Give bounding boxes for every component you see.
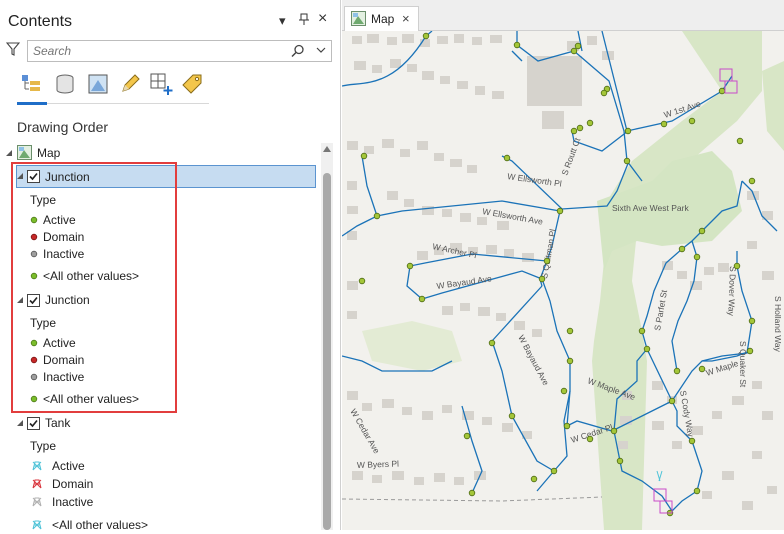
contents-toolbar	[17, 70, 209, 105]
tank-other-icon	[32, 520, 42, 530]
map-node-label[interactable]: Map	[37, 144, 60, 162]
drawing-order-heading: Drawing Order	[17, 119, 109, 135]
tab-map[interactable]: Map ×	[344, 6, 419, 31]
close-pane-icon[interactable]: ×	[318, 10, 327, 28]
close-tab-icon[interactable]: ×	[402, 11, 410, 26]
list-by-snapping-icon[interactable]	[149, 72, 173, 96]
tank-domain-icon	[32, 479, 42, 489]
legend-label: Inactive	[52, 495, 94, 509]
pane-title: Contents	[8, 13, 73, 30]
search-icon[interactable]	[291, 44, 305, 58]
street-label: W Byers Pl	[357, 459, 399, 470]
contents-scrollbar[interactable]	[321, 143, 333, 530]
scrollbar-thumb[interactable]	[323, 173, 331, 530]
park-label: Sixth Ave West Park	[612, 203, 689, 213]
active-tool-indicator	[17, 102, 47, 105]
layer-name[interactable]: Tank	[45, 414, 70, 432]
legend-label: Active	[52, 459, 85, 473]
search-box[interactable]	[27, 40, 332, 62]
tank-inactive-icon	[32, 497, 42, 507]
list-by-selection-icon[interactable]	[86, 72, 110, 96]
options-chevron-icon[interactable]: ▾	[279, 13, 286, 29]
legend-label: Domain	[52, 477, 94, 491]
chevron-down-icon[interactable]	[316, 45, 326, 55]
collapse-triangle-icon[interactable]	[5, 149, 13, 157]
scroll-up-icon[interactable]	[323, 146, 331, 152]
street-label: S Dover Way	[726, 266, 738, 317]
map-view[interactable]: W 1st Ave W Ellsworth Pl W Ellsworth Ave…	[342, 31, 784, 530]
map-icon	[351, 11, 366, 26]
street-label: S Holland Way	[773, 296, 783, 353]
legend-heading: Type	[30, 439, 57, 453]
list-by-labeling-icon[interactable]	[180, 72, 204, 96]
street-label: S Quaker St	[738, 341, 748, 388]
layer-visibility-checkbox[interactable]	[27, 417, 40, 430]
map-icon	[17, 145, 32, 160]
pin-icon[interactable]	[299, 13, 309, 29]
search-input[interactable]	[28, 41, 278, 61]
tank-active-icon	[32, 461, 42, 471]
map-tab-bar: Map ×	[342, 0, 784, 31]
list-by-editing-icon[interactable]	[118, 72, 142, 96]
list-by-drawing-order-icon[interactable]	[20, 72, 44, 96]
list-by-data-source-icon[interactable]	[53, 72, 77, 96]
tab-map-label: Map	[371, 12, 395, 26]
filter-icon[interactable]	[6, 42, 20, 56]
legend-label: <All other values>	[52, 518, 149, 532]
highlight-annotation-box	[11, 162, 177, 413]
contents-pane: Contents ▾ × Drawing Order Map	[0, 0, 341, 532]
map-canvas[interactable]: W 1st Ave W Ellsworth Pl W Ellsworth Ave…	[342, 31, 784, 530]
collapse-triangle-icon[interactable]	[16, 419, 24, 427]
